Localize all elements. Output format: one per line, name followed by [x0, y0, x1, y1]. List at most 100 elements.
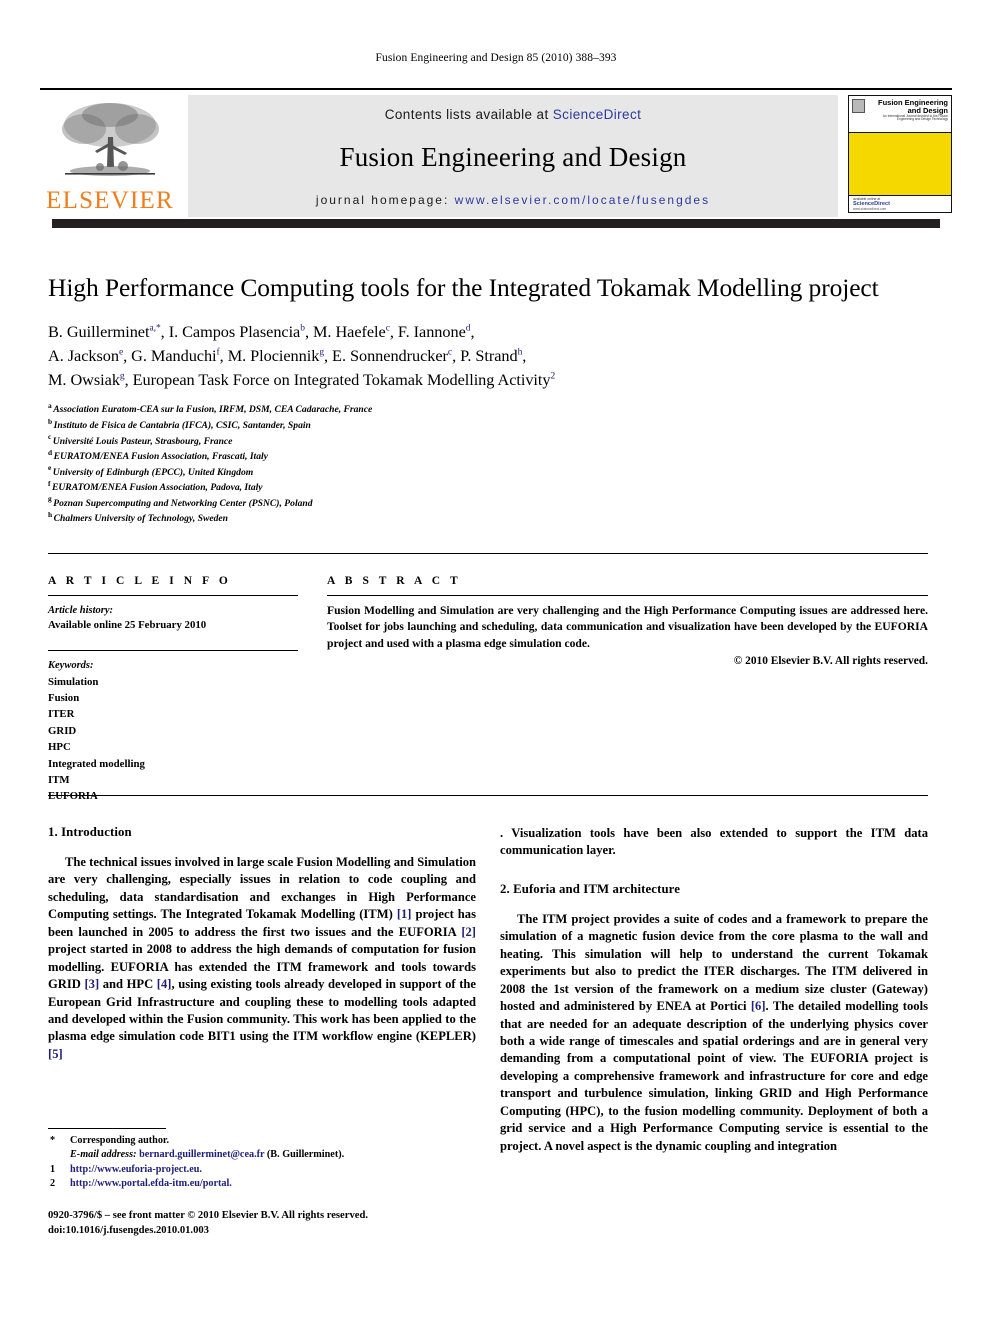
affiliation-text: Chalmers University of Technology, Swede…: [53, 513, 229, 525]
homepage-url-link[interactable]: www.elsevier.com/locate/fusengdes: [455, 193, 710, 207]
footnote-rule: [48, 1128, 166, 1129]
affiliation-text: Association Euratom-CEA sur la Fusion, I…: [53, 404, 373, 416]
contents-available-line: Contents lists available at ScienceDirec…: [385, 107, 642, 122]
article-info-rule: [48, 595, 298, 596]
footnote-note-2: 2 http://www.portal.efda-itm.eu/portal.: [50, 1177, 476, 1191]
abstract-heading: A B S T R A C T: [327, 575, 462, 587]
par-text: The ITM project provides a suite of code…: [500, 911, 928, 1014]
affiliation-text: Université Louis Pasteur, Strasbourg, Fr…: [52, 435, 233, 447]
keywords-rule: [48, 649, 298, 651]
abstract-text: Fusion Modelling and Simulation are very…: [327, 604, 928, 650]
paper-page: Fusion Engineering and Design 85 (2010) …: [0, 0, 992, 1323]
author-line-3: M. Owsiakg, European Task Force on Integ…: [48, 369, 556, 389]
info-band-bottom-rule: [48, 795, 928, 796]
footnote-email: E-mail address: bernard.guillerminet@cea…: [60, 1148, 476, 1162]
keywords-label: Keywords:: [48, 659, 94, 671]
abstract-copyright: © 2010 Elsevier B.V. All rights reserved…: [733, 655, 928, 668]
author-line-1: B. Guillermineta,*, I. Campos Plasenciab…: [48, 322, 475, 342]
email-link[interactable]: bernard.guillerminet@cea.fr: [139, 1149, 264, 1160]
citation-link-6[interactable]: [6]: [751, 999, 766, 1013]
footnote-text: Corresponding author.: [70, 1135, 170, 1146]
affiliation-mark: d: [48, 447, 53, 457]
info-band-top-rule: [48, 553, 928, 554]
citation-link-5[interactable]: [5]: [48, 1047, 63, 1061]
body-column-right: . Visualization tools have been also ext…: [500, 825, 928, 1155]
author-list: B. Guillermineta,*, I. Campos Plasenciab…: [48, 320, 928, 391]
article-history-value: Available online 25 February 2010: [48, 619, 207, 632]
keyword-item: ITER: [48, 708, 75, 721]
affiliation-mark: b: [48, 416, 53, 426]
journal-masthead: ELSEVIER Contents lists available at Sci…: [40, 88, 952, 217]
email-attribution: (B. Guillerminet).: [266, 1149, 345, 1161]
affiliation-text: Poznan Supercomputing and Networking Cen…: [53, 497, 313, 509]
contents-prefix: Contents lists available at: [384, 107, 553, 122]
elsevier-tree-icon: [62, 103, 159, 176]
footnote-url-1[interactable]: http://www.euforia-project.eu.: [70, 1164, 202, 1175]
abstract-column: A B S T R A C T Fusion Modelling and Sim…: [327, 575, 928, 667]
cover-title: Fusion Engineering and Design An Interna…: [868, 99, 948, 122]
imprint-line-issn: 0920-3796/$ – see front matter © 2010 El…: [48, 1210, 368, 1221]
affiliation-text: Instituto de Fisica de Cantabria (IFCA),…: [53, 420, 311, 431]
section-heading-architecture: 2. Euforia and ITM architecture: [500, 881, 680, 896]
cover-subtitle: An International Journal devoted to the …: [882, 113, 948, 122]
keyword-item: EUFORIA: [48, 790, 98, 803]
journal-cover-thumbnail[interactable]: Fusion Engineering and Design An Interna…: [848, 95, 952, 213]
body-column-left: 1. Introduction The technical issues inv…: [48, 825, 476, 1063]
affiliation-item: f EURATOM/ENEA Fusion Association, Padova…: [48, 480, 928, 496]
footnote-mark-1: 1: [50, 1163, 56, 1175]
affiliation-text: University of Edinburgh (EPCC), United K…: [52, 466, 254, 478]
cover-footer: available online at ScienceDirect www.sc…: [849, 195, 951, 212]
journal-homepage-line: journal homepage: www.elsevier.com/locat…: [316, 193, 710, 207]
article-info-heading: A R T I C L E I N F O: [48, 575, 232, 587]
affiliation-item: e University of Edinburgh (EPCC), United …: [48, 463, 928, 481]
keyword-item: HPC: [48, 741, 71, 754]
footnote-url-2[interactable]: http://www.portal.efda-itm.eu/portal.: [70, 1178, 232, 1189]
keyword-item: Simulation: [48, 675, 99, 688]
affiliation-mark: g: [48, 494, 52, 504]
affiliation-mark: c: [48, 432, 52, 442]
section-heading-introduction: 1. Introduction: [48, 825, 132, 839]
footnote-mark-asterisk: *: [50, 1135, 56, 1146]
footnote-block: * Corresponding author. E-mail address: b…: [48, 1128, 476, 1192]
sciencedirect-link[interactable]: ScienceDirect: [553, 107, 641, 122]
introduction-paragraph-continued: . Visualization tools have been also ext…: [500, 826, 928, 858]
par-text: . The detailed modelling tools that are …: [500, 999, 928, 1153]
author-line-2: A. Jacksone, G. Manduchif, M. Plociennik…: [48, 345, 527, 365]
journal-title: Fusion Engineering and Design: [339, 142, 687, 172]
running-head: Fusion Engineering and Design 85 (2010) …: [375, 52, 617, 64]
homepage-prefix: journal homepage:: [315, 193, 450, 207]
affiliation-mark: a: [48, 401, 52, 411]
affiliation-list: a Association Euratom-CEA sur la Fusion, …: [48, 402, 928, 526]
title-block: High Performance Computing tools for the…: [48, 272, 928, 527]
architecture-paragraph: The ITM project provides a suite of code…: [500, 911, 928, 1155]
affiliation-item: d EURATOM/ENEA Fusion Association, Frasca…: [48, 449, 928, 465]
cover-header: Fusion Engineering and Design An Interna…: [849, 96, 951, 133]
citation-link-2[interactable]: [2]: [461, 925, 476, 939]
introduction-paragraph: The technical issues involved in large s…: [48, 854, 476, 1063]
abstract-rule: [327, 595, 928, 596]
footnote-note-1: 1 http://www.euforia-project.eu.: [50, 1163, 476, 1177]
affiliation-item: c Université Louis Pasteur, Strasbourg, F…: [48, 432, 928, 450]
keyword-item: GRID: [48, 724, 77, 737]
affiliation-mark: e: [48, 463, 52, 473]
citation-link-4[interactable]: [4]: [157, 977, 172, 991]
imprint-block: 0920-3796/$ – see front matter © 2010 El…: [48, 1208, 478, 1239]
keyword-item: Fusion: [48, 692, 80, 705]
article-history-label: Article history:: [48, 605, 114, 616]
masthead-dark-rule: [52, 219, 940, 228]
keyword-item: Integrated modelling: [48, 757, 145, 770]
page-title: High Performance Computing tools for the…: [48, 273, 879, 302]
affiliation-item: g Poznan Supercomputing and Networking Ce…: [48, 494, 928, 512]
affiliation-item: a Association Euratom-CEA sur la Fusion, …: [48, 402, 928, 418]
cover-footer-url: www.sciencedirect.com: [853, 207, 887, 211]
citation-link-3[interactable]: [3]: [84, 977, 99, 991]
citation-link-1[interactable]: [1]: [397, 907, 412, 921]
affiliation-text: EURATOM/ENEA Fusion Association, Padova,…: [51, 482, 263, 494]
article-info-column: A R T I C L E I N F O Article history: A…: [48, 575, 298, 805]
affiliation-text: EURATOM/ENEA Fusion Association, Frascat…: [53, 451, 268, 463]
affiliation-mark: h: [48, 510, 53, 519]
footnote-corresponding-author: * Corresponding author.: [50, 1134, 476, 1148]
imprint-line-doi: doi:10.1016/j.fusengdes.2010.01.003: [48, 1225, 209, 1237]
footnote-mark-2: 2: [50, 1178, 56, 1190]
elsevier-logo: ELSEVIER: [40, 95, 180, 217]
